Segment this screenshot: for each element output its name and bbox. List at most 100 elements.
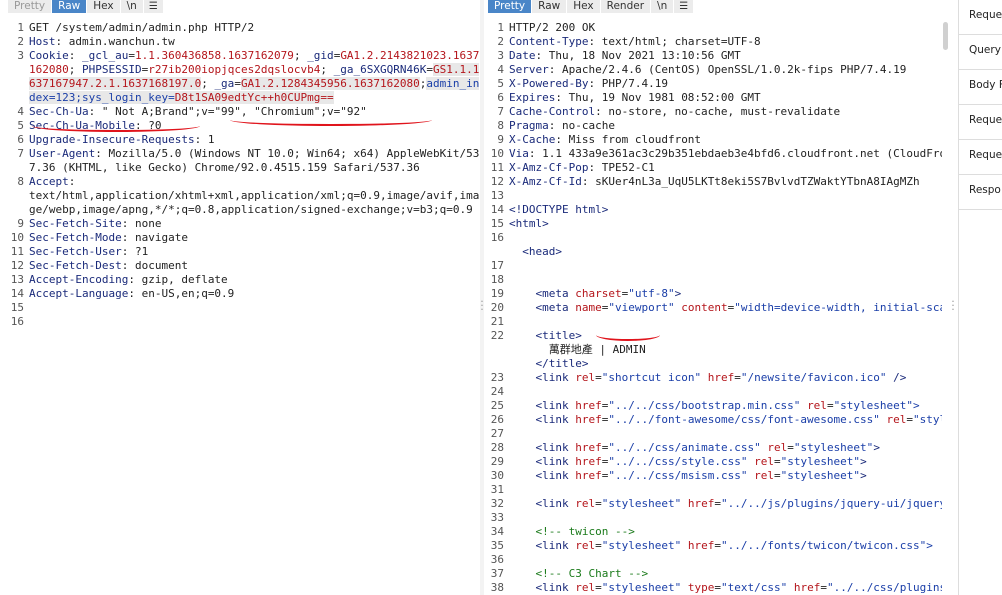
inspector-item[interactable]: Respo [959,175,1002,210]
code-line[interactable]: 11 Sec-Fetch-User: ?1 [8,245,480,259]
code-token: <link [535,413,576,426]
code-line[interactable]: 18 [488,273,942,287]
tab-pretty[interactable]: Pretty [8,0,52,13]
line-text: Host: admin.wanchun.tw [29,35,480,49]
code-line[interactable]: 14 Accept-Language: en-US,en;q=0.9 [8,287,480,301]
tab-raw[interactable]: Raw [532,0,567,13]
code-line[interactable]: 2 Content-Type: text/html; charset=UTF-8 [488,35,942,49]
code-line[interactable]: 14 <!DOCTYPE html> [488,203,942,217]
code-token: : no-cache [548,119,615,132]
line-text: <meta name="viewport" content="width=dev… [509,301,943,315]
code-line[interactable]: 26 <link href="../../font-awesome/css/fo… [488,413,942,427]
code-line[interactable]: 4 Sec-Ch-Ua: " Not A;Brand";v="99", "Chro… [8,105,480,119]
code-line[interactable]: 7 User-Agent: Mozilla/5.0 (Windows NT 10.… [8,147,480,175]
code-line[interactable]: 1 HTTP/2 200 OK [488,21,942,35]
request-code[interactable]: 1 GET /system/admin/admin.php HTTP/2 2 Host… [8,21,480,329]
tab-render[interactable]: Render [600,0,651,13]
tab-raw[interactable]: Raw [52,0,87,13]
code-line[interactable]: 23 <link rel="shortcut icon" href="/news… [488,371,942,385]
code-line[interactable]: 35 <link rel="stylesheet" href="../../fo… [488,539,942,553]
code-line[interactable]: 33 [488,511,942,525]
code-line[interactable]: 20 <meta name="viewport" content="width=… [488,301,942,315]
code-line[interactable]: 34 <!-- twicon --> [488,525,942,539]
inspector-item[interactable]: Body Fa [959,70,1002,105]
code-line[interactable]: 24 [488,385,942,399]
code-line[interactable]: 6 Upgrade-Insecure-Requests: 1 [8,133,480,147]
response-code[interactable]: 1 HTTP/2 200 OK 2 Content-Type: text/html; … [488,21,942,595]
code-token: ; [68,63,82,76]
code-line[interactable]: 16 [488,231,942,245]
code-line[interactable]: 37 <!-- C3 Chart --> [488,567,942,581]
code-line[interactable]: 29 <link href="../../css/style.css" rel=… [488,455,942,469]
code-line[interactable]: 22 <title> [488,329,942,343]
splitter-handle-icon[interactable]: · · · [480,296,484,315]
code-line[interactable]: 15 [8,301,480,315]
code-line[interactable]: 27 [488,427,942,441]
code-line[interactable]: 12 X-Amz-Cf-Id: sKUer4nL3a_UqU5LKTt8eki5S… [488,175,942,189]
code-line[interactable]: 13 [488,189,942,203]
code-line[interactable]: 8 Pragma: no-cache [488,119,942,133]
code-token: Via [509,147,529,160]
tab-pretty[interactable]: Pretty [488,0,532,13]
tab-newline-toggle[interactable]: \n [120,0,143,13]
code-line[interactable]: 1 GET /system/admin/admin.php HTTP/2 [8,21,480,35]
line-number: 9 [497,133,504,146]
code-line[interactable]: 5 X-Powered-By: PHP/7.4.19 [488,77,942,91]
tab-hex[interactable]: Hex [567,0,600,13]
tab-hex[interactable]: Hex [87,0,120,13]
code-line[interactable]: 2 Host: admin.wanchun.tw [8,35,480,49]
code-line[interactable]: 15 <html> [488,217,942,231]
code-line[interactable]: 9 Sec-Fetch-Site: none [8,217,480,231]
code-line[interactable]: 6 Expires: Thu, 19 Nov 1981 08:52:00 GMT [488,91,942,105]
code-line[interactable]: 萬群地產 | ADMIN [488,343,942,357]
code-token: </title> [535,357,589,370]
menu-icon[interactable]: ☰ [143,0,163,13]
inspector-item[interactable]: Query [959,35,1002,70]
code-line[interactable]: 28 <link href = "../../css/animate.css" re… [488,441,942,455]
code-line[interactable]: 16 [8,315,480,329]
line-text: Sec-Fetch-Site: none [29,217,480,231]
code-line[interactable]: <head> [488,245,942,259]
menu-icon[interactable]: ☰ [674,0,694,13]
code-line[interactable]: 11 X-Amz-Cf-Pop: TPE52-C1 [488,161,942,175]
code-line[interactable]: 17 [488,259,942,273]
code-line[interactable]: 10 Via: 1.1 433a9e361ac3c29b351ebdaeb3e4b… [488,147,942,161]
code-line[interactable]: 19 <meta charset="utf-8"> [488,287,942,301]
code-token: rel [575,539,596,552]
line-number: 24 [490,385,504,398]
code-line[interactable]: 36 [488,553,942,567]
splitter-handle-icon[interactable]: · · · [951,296,955,315]
code-line[interactable]: 9 X-Cache: Miss from cloudfront [488,133,942,147]
code-line[interactable]: 3 Date: Thu, 18 Nov 2021 13:10:56 GMT [488,49,942,63]
line-text: Cache-Control: no-store, no-cache, must-… [509,105,942,119]
inspector-item[interactable]: Request [959,0,1002,35]
tab-newline-toggle[interactable]: \n [651,0,674,13]
code-line[interactable]: 38 <link rel="stylesheet" type="text/css… [488,581,942,595]
code-line[interactable]: 7 Cache-Control: no-store, no-cache, must… [488,105,942,119]
code-line[interactable]: 8 Accept: text/html,application/xhtml+xml… [8,175,480,217]
code-line[interactable]: 13 Accept-Encoding: gzip, deflate [8,273,480,287]
code-line[interactable]: </title> [488,357,942,371]
code-line[interactable]: 3 Cookie: _gcl_au=1.1.360436858.163716207… [8,49,480,105]
code-line[interactable]: 31 [488,483,942,497]
response-scrollbar[interactable] [943,22,948,50]
code-line[interactable]: 21 [488,315,942,329]
code-line[interactable]: 10 Sec-Fetch-Mode: navigate [8,231,480,245]
code-token: : " Not A;Brand";v="99", "Chromium";v="9… [88,105,367,118]
code-line[interactable]: 25 <link href = "../../css/bootstrap.min.c… [488,399,942,413]
line-number: 11 [490,161,504,174]
code-token: X-Amz-Cf-Pop [509,161,589,174]
code-token: href [793,581,821,594]
code-token: = [820,581,827,594]
inspector-item[interactable]: Reques [959,105,1002,140]
line-text [509,553,942,567]
line-number: 28 [490,441,504,454]
code-line[interactable]: 30 <link href="../../css/msism.css" rel=… [488,469,942,483]
code-line[interactable]: 12 Sec-Fetch-Dest: document [8,259,480,273]
inspector-item[interactable]: Reques [959,140,1002,175]
code-line[interactable]: 32 <link rel="stylesheet" href="../../js… [488,497,942,511]
code-line[interactable]: 4 Server: Apache/2.4.6 (CentOS) OpenSSL/1… [488,63,942,77]
line-number: 14 [10,287,24,300]
